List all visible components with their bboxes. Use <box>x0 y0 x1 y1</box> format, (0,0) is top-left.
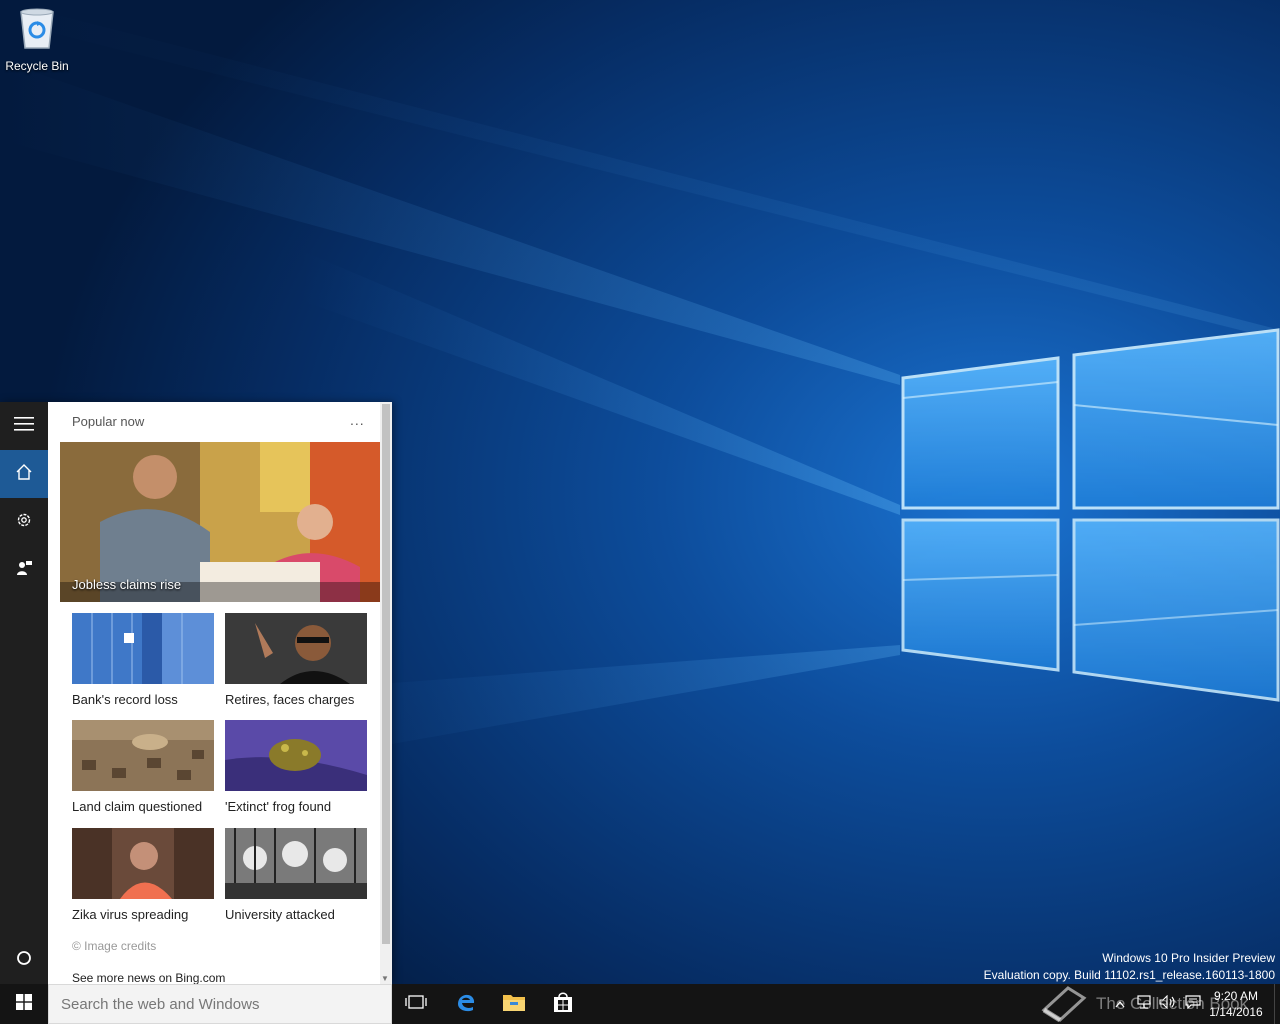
news-caption: 'Extinct' frog found <box>225 799 332 814</box>
news-tile[interactable]: 'Extinct' frog found <box>225 720 367 814</box>
news-caption: Retires, faces charges <box>225 692 355 707</box>
news-thumbnail <box>72 828 214 899</box>
cortana-button[interactable] <box>0 936 48 984</box>
clock-date: 1/14/2016 <box>1209 1005 1263 1019</box>
taskbar: Search the web and Windows The Collectio… <box>0 984 1280 1024</box>
image-credits-link[interactable]: © Image credits <box>72 939 156 953</box>
speaker-icon <box>1159 994 1177 1014</box>
news-tile[interactable]: Zika virus spreading <box>72 828 214 922</box>
build-text: Evaluation copy. Build 11102.rs1_release… <box>983 968 1275 982</box>
edition-text: Windows 10 Pro Insider Preview <box>1102 951 1275 965</box>
news-tile[interactable]: Bank's record loss <box>72 613 214 707</box>
news-thumbnail <box>225 720 367 791</box>
volume-button[interactable] <box>1158 994 1178 1014</box>
news-caption: Bank's record loss <box>72 692 178 707</box>
settings-button[interactable] <box>0 498 48 546</box>
home-button[interactable] <box>0 450 48 498</box>
see-more-news-link[interactable]: See more news on Bing.com <box>72 971 225 984</box>
menu-button[interactable] <box>0 402 48 450</box>
news-caption: Land claim questioned <box>72 799 203 814</box>
news-tile[interactable]: Retires, faces charges <box>225 613 367 707</box>
network-icon <box>1136 994 1152 1014</box>
book-icon <box>1038 982 1088 1024</box>
feed-scrollbar[interactable]: ▼ <box>380 402 392 984</box>
news-caption: Zika virus spreading <box>72 907 189 922</box>
hero-news-card[interactable]: Jobless claims rise <box>60 442 380 602</box>
build-watermark: Windows 10 Pro Insider Preview Evaluatio… <box>984 950 1275 984</box>
show-hidden-icons-button[interactable] <box>1110 994 1130 1014</box>
feedback-icon <box>15 559 33 582</box>
clock[interactable]: 9:20 AM 1/14/2016 <box>1205 988 1267 1020</box>
news-caption: University attacked <box>225 907 335 922</box>
hero-caption: Jobless claims rise <box>72 577 182 592</box>
news-tile[interactable]: Land claim questioned <box>72 720 214 814</box>
cortana-rail <box>0 402 48 984</box>
circle-icon <box>16 950 32 971</box>
notification-icon <box>1185 994 1201 1014</box>
more-options-button[interactable]: ... <box>350 412 365 428</box>
recycle-bin-icon <box>17 6 57 59</box>
action-center-button[interactable] <box>1183 994 1203 1014</box>
recycle-bin-shortcut[interactable]: Recycle Bin <box>2 6 72 76</box>
task-view-icon <box>405 994 427 1015</box>
store-button[interactable] <box>539 984 587 1024</box>
hamburger-icon <box>14 416 34 436</box>
news-thumbnail <box>225 613 367 684</box>
home-icon <box>15 463 33 486</box>
start-button[interactable] <box>0 984 48 1024</box>
gear-icon <box>15 511 33 534</box>
cortana-panel: Popular now ... Jobless claims rise Bank… <box>0 402 392 984</box>
section-title: Popular now <box>72 414 145 429</box>
store-icon <box>553 991 573 1018</box>
feedback-button[interactable] <box>0 546 48 594</box>
edge-icon <box>455 991 477 1018</box>
windows-logo-icon <box>16 993 32 1015</box>
show-desktop-button[interactable] <box>1274 984 1280 1024</box>
news-thumbnail <box>72 720 214 791</box>
news-feed: Popular now ... Jobless claims rise Bank… <box>48 402 380 984</box>
news-thumbnail <box>72 613 214 684</box>
news-tile[interactable]: University attacked <box>225 828 367 922</box>
file-explorer-icon <box>502 992 526 1017</box>
news-thumbnail <box>225 828 367 899</box>
chevron-down-icon[interactable]: ▼ <box>381 974 389 983</box>
file-explorer-button[interactable] <box>490 984 538 1024</box>
recycle-bin-label: Recycle Bin <box>5 59 69 73</box>
scroll-thumb[interactable] <box>382 404 390 944</box>
edge-button[interactable] <box>442 984 490 1024</box>
clock-time: 9:20 AM <box>1213 989 1259 1003</box>
task-view-button[interactable] <box>392 984 440 1024</box>
network-button[interactable] <box>1134 994 1154 1014</box>
chevron-up-icon <box>1115 995 1125 1013</box>
search-input[interactable]: Search the web and Windows <box>48 984 392 1024</box>
